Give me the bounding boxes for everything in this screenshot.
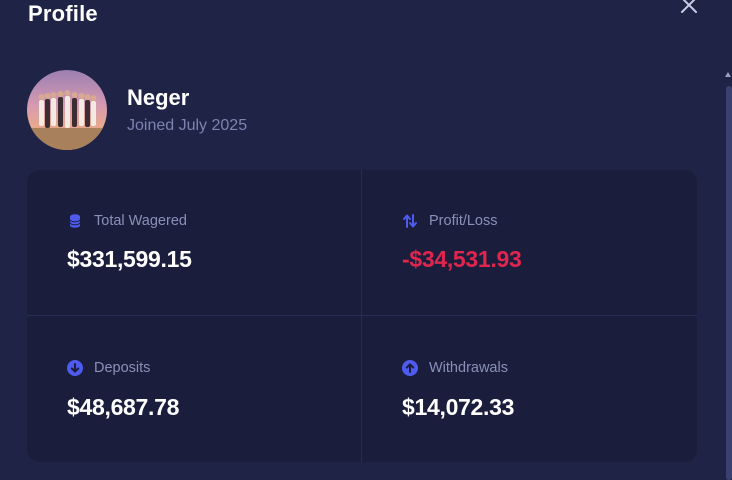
stat-value: $331,599.15 <box>67 246 192 272</box>
stat-profit-loss: Profit/Loss -$34,531.93 <box>362 170 697 315</box>
stat-label: Withdrawals <box>429 360 508 376</box>
scroll-up-arrow-icon[interactable] <box>725 72 731 77</box>
stat-value: $14,072.33 <box>402 394 515 420</box>
scroll-thumb[interactable] <box>726 86 732 480</box>
stat-label-row: Profit/Loss <box>402 213 498 229</box>
arrows-up-down-icon <box>403 214 417 228</box>
stat-withdrawals: Withdrawals $14,072.33 <box>362 316 697 462</box>
stat-label-row: Withdrawals <box>402 360 508 376</box>
scrollbar[interactable] <box>724 72 732 480</box>
stat-label-row: Deposits <box>67 360 150 376</box>
stat-label: Deposits <box>94 360 151 376</box>
stat-label: Profit/Loss <box>429 213 498 229</box>
avatar[interactable] <box>27 70 107 150</box>
stat-deposits: Deposits $48,687.78 <box>27 316 361 462</box>
stat-total-wagered: Total Wagered $331,599.15 <box>27 170 361 315</box>
stat-label: Total Wagered <box>94 213 187 229</box>
group-photo-avatar <box>27 70 107 150</box>
arrow-down-circle-icon <box>67 360 83 376</box>
close-button[interactable] <box>676 0 702 14</box>
close-icon <box>681 0 697 13</box>
username: Neger <box>127 85 190 110</box>
profile-header: Neger Joined July 2025 <box>27 70 247 150</box>
stat-value: $48,687.78 <box>67 394 180 420</box>
user-info: Neger Joined July 2025 <box>127 84 247 136</box>
joined-date: Joined July 2025 <box>127 117 248 134</box>
stats-card: Total Wagered $331,599.15 Profit/Loss -$… <box>27 170 697 462</box>
modal-title: Profile <box>28 1 98 26</box>
coin-stack-icon <box>69 214 81 228</box>
profile-modal: Profile Neger Joined July 2025 Total Wag… <box>0 0 732 480</box>
stat-value: -$34,531.93 <box>402 246 522 272</box>
stat-label-row: Total Wagered <box>67 213 187 229</box>
arrow-up-circle-icon <box>402 360 418 376</box>
